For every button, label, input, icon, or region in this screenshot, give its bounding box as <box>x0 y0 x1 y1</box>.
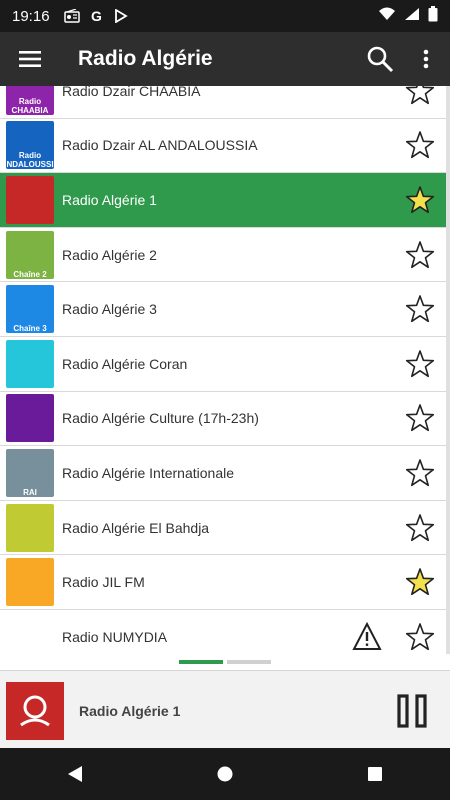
home-button[interactable] <box>200 748 250 800</box>
radio-notification-icon <box>63 9 80 23</box>
station-row[interactable]: Radio ANDALOUSSIA Radio Dzair AL ANDALOUS… <box>0 118 446 174</box>
station-name: Radio Algérie Internationale <box>62 464 235 481</box>
station-logo: Chaîne 3 <box>6 285 54 334</box>
favorite-star-icon[interactable] <box>404 457 436 489</box>
pause-button[interactable] <box>394 693 430 729</box>
station-name: Radio Dzair CHAABIA <box>62 86 201 99</box>
station-name: Radio Algérie Coran <box>62 355 188 372</box>
page-indicator <box>179 660 271 664</box>
svg-text:G: G <box>91 9 102 23</box>
system-nav-bar <box>0 748 450 800</box>
station-logo <box>6 612 54 654</box>
station-name: Radio Algérie 3 <box>62 301 157 318</box>
wifi-icon <box>378 7 396 25</box>
back-icon <box>68 766 82 782</box>
station-row[interactable]: Radio CHAABIA Radio Dzair CHAABIA <box>0 86 446 119</box>
station-row[interactable]: Radio Algérie El Bahdja <box>0 500 446 556</box>
station-logo: Radio ANDALOUSSIA <box>6 121 54 170</box>
search-icon <box>367 46 394 73</box>
station-logo <box>6 339 54 388</box>
app-bar: Radio Algérie <box>0 32 450 86</box>
station-logo <box>6 394 54 443</box>
recents-button[interactable] <box>350 748 400 800</box>
station-row[interactable]: Radio Algérie Culture (17h-23h) <box>0 391 446 447</box>
status-time: 19:16 <box>12 7 50 25</box>
status-bar: 19:16 G <box>0 0 450 32</box>
station-name: Radio Dzair AL ANDALOUSSIA <box>62 137 258 154</box>
favorite-star-icon[interactable] <box>404 86 436 107</box>
station-row[interactable]: Radio Algérie Coran <box>0 337 446 392</box>
favorite-star-icon[interactable] <box>404 512 436 544</box>
station-row[interactable]: Radio JIL FM <box>0 555 446 610</box>
google-icon: G <box>90 9 104 23</box>
station-row[interactable]: Radio NUMYDIA <box>0 610 446 654</box>
search-button[interactable] <box>360 32 400 86</box>
station-name: Radio Algérie Culture (17h-23h) <box>62 410 259 427</box>
scrollbar[interactable] <box>446 86 450 654</box>
favorite-star-icon[interactable] <box>404 239 436 271</box>
overflow-menu-button[interactable] <box>410 32 442 86</box>
pause-icon <box>397 694 427 728</box>
back-button[interactable] <box>50 748 100 800</box>
page-indicator-inactive[interactable] <box>227 660 271 664</box>
station-name: Radio NUMYDIA <box>62 628 168 645</box>
station-logo <box>6 558 54 607</box>
hamburger-menu-icon <box>19 51 41 67</box>
recents-icon <box>368 767 382 781</box>
station-row[interactable]: Chaîne 2 Radio Algérie 2 <box>0 227 446 283</box>
player-station-name: Radio Algérie 1 <box>79 702 181 719</box>
station-name: Radio Algérie 2 <box>62 246 157 263</box>
station-list[interactable]: Radio CHAABIA Radio Dzair CHAABIA Radio AN… <box>0 86 450 654</box>
station-logo: Chaîne 2 <box>6 230 54 279</box>
station-name: Radio Algérie 1 <box>62 191 157 208</box>
favorite-star-icon[interactable] <box>404 129 436 161</box>
station-row[interactable]: RAI Radio Algérie Internationale <box>0 446 446 501</box>
favorite-star-icon[interactable] <box>404 348 436 380</box>
station-logo <box>6 175 54 224</box>
favorite-star-icon[interactable] <box>404 621 436 653</box>
station-logo: RAI <box>6 448 54 497</box>
page-indicator-active <box>179 660 223 664</box>
play-store-icon <box>114 9 128 23</box>
player-station-logo <box>6 681 64 740</box>
station-logo <box>6 503 54 552</box>
station-logo: Radio CHAABIA <box>6 86 54 115</box>
home-icon <box>217 766 233 782</box>
mini-player[interactable]: Radio Algérie 1 <box>0 670 450 750</box>
station-row[interactable]: Chaîne 3 Radio Algérie 3 <box>0 282 446 337</box>
battery-icon <box>428 6 438 26</box>
signal-icon <box>404 7 420 25</box>
favorite-star-icon[interactable] <box>404 293 436 325</box>
favorite-star-filled-icon[interactable] <box>404 566 436 598</box>
favorite-star-filled-icon[interactable] <box>404 184 436 216</box>
page-title: Radio Algérie <box>78 47 213 70</box>
station-name: Radio Algérie El Bahdja <box>62 519 210 536</box>
warning-icon <box>352 621 382 650</box>
station-row[interactable]: Radio Algérie 1 <box>0 173 446 228</box>
station-name: Radio JIL FM <box>62 574 145 591</box>
more-vert-icon <box>423 49 429 69</box>
favorite-star-icon[interactable] <box>404 402 436 434</box>
menu-button[interactable] <box>0 32 60 86</box>
